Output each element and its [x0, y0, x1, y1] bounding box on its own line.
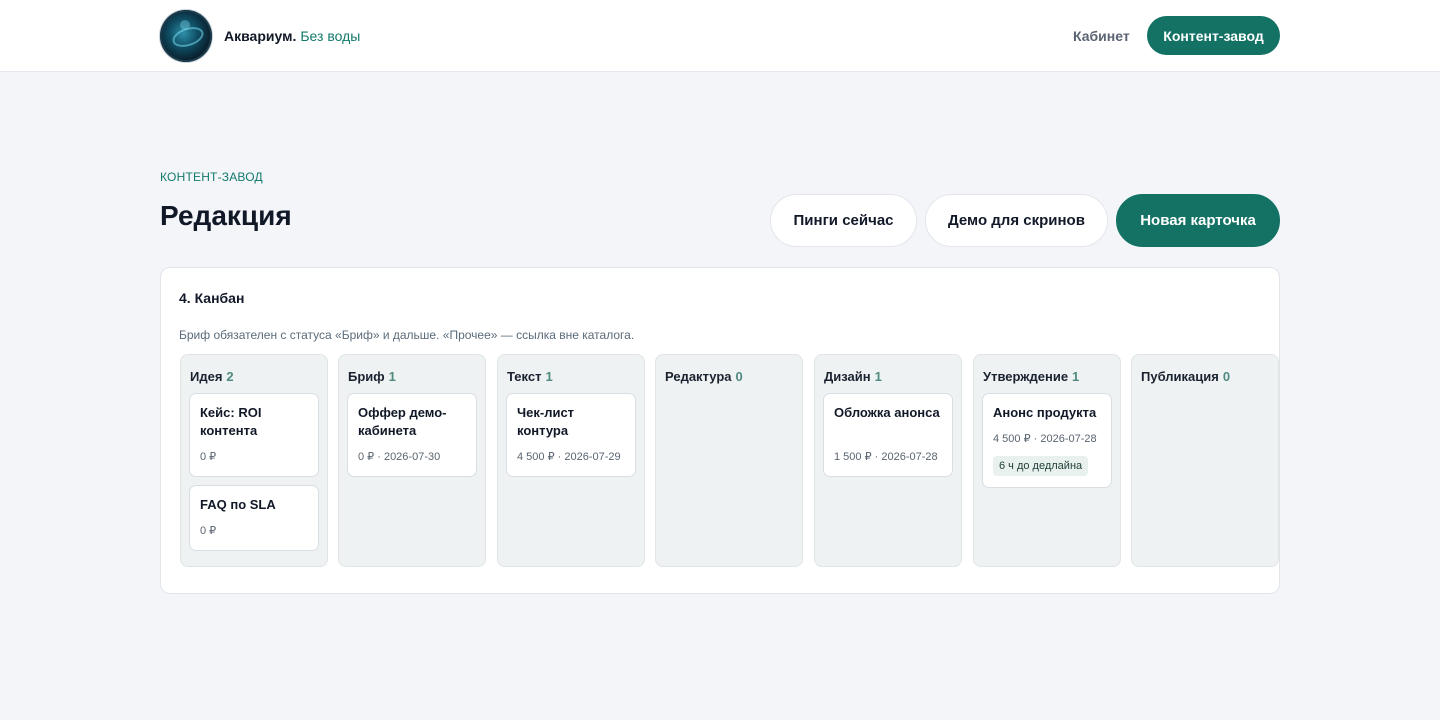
card-meta: 1 500 ₽ · 2026-07-28: [834, 451, 938, 463]
kanban-card[interactable]: Оффер демо-кабинета 0 ₽ · 2026-07-30: [347, 393, 477, 477]
kanban-column-idea: Идея 2 Кейс: ROI контента 0 ₽ FAQ по SLA …: [180, 354, 328, 567]
column-header: Идея 2: [190, 369, 234, 384]
kanban-column-publication: Публикация 0: [1131, 354, 1279, 567]
kanban-column-approval: Утверждение 1 Анонс продукта 4 500 ₽ · 20…: [973, 354, 1121, 567]
demo-screens-button[interactable]: Демо для скринов: [925, 194, 1108, 247]
column-count: 1: [545, 369, 553, 384]
card-meta: 4 500 ₽ · 2026-07-28: [993, 433, 1097, 445]
kanban-column-editing: Редактура 0: [655, 354, 803, 567]
column-name: Дизайн: [824, 369, 871, 384]
card-title: Оффер демо-кабинета: [358, 405, 447, 438]
column-count: 2: [226, 369, 234, 384]
kanban-column-brief: Бриф 1 Оффер демо-кабинета 0 ₽ · 2026-07-…: [338, 354, 486, 567]
column-name: Утверждение: [983, 369, 1069, 384]
kanban-title: 4. Канбан: [179, 290, 245, 306]
column-count: 0: [1222, 369, 1231, 384]
column-header: Дизайн 1: [824, 369, 882, 384]
card-title: Чек-лист контура: [517, 405, 575, 438]
card-meta: 0 ₽: [200, 451, 217, 463]
column-header: Редактура 0: [665, 369, 743, 384]
card-title: FAQ по SLA: [200, 497, 276, 512]
kanban-column-design: Дизайн 1 Обложка анонса 1 500 ₽ · 2026-07…: [814, 354, 962, 567]
kanban-card[interactable]: Анонс продукта 4 500 ₽ · 2026-07-28 6 ч …: [982, 393, 1112, 488]
card-title: Обложка анонса: [834, 405, 940, 420]
column-header: Текст 1: [507, 369, 553, 384]
kanban-card[interactable]: Кейс: ROI контента 0 ₽: [189, 393, 319, 477]
page-eyebrow: КОНТЕНТ-ЗАВОД: [160, 170, 263, 184]
card-meta: 0 ₽: [200, 525, 217, 537]
column-name: Текст: [507, 369, 542, 384]
pings-now-button[interactable]: Пинги сейчас: [770, 194, 917, 247]
nav-link-cabinet[interactable]: Кабинет: [1073, 28, 1130, 44]
brand-name: Аквариум. Без воды: [224, 28, 360, 44]
column-name: Публикация: [1141, 369, 1219, 384]
card-meta: 0 ₽ · 2026-07-30: [358, 451, 441, 463]
brand-tagline: Без воды: [300, 28, 361, 44]
aquarium-logo-icon: [160, 10, 212, 62]
column-header: Бриф 1: [348, 369, 396, 384]
column-header: Утверждение 1: [983, 369, 1079, 384]
kanban-column-text: Текст 1 Чек-лист контура 4 500 ₽ · 2026-0…: [497, 354, 645, 567]
kanban-card[interactable]: FAQ по SLA 0 ₽: [189, 485, 319, 551]
card-title: Анонс продукта: [993, 405, 1097, 420]
brand-name-text: Аквариум.: [224, 28, 297, 44]
new-card-button[interactable]: Новая карточка: [1116, 194, 1280, 247]
column-name: Идея: [190, 369, 223, 384]
column-count: 1: [874, 369, 882, 384]
column-name: Бриф: [348, 369, 385, 384]
top-bar: Аквариум. Без воды Кабинет Контент-завод: [0, 0, 1440, 72]
kanban-card[interactable]: Чек-лист контура 4 500 ₽ · 2026-07-29: [506, 393, 636, 477]
column-header: Публикация 0: [1141, 369, 1230, 384]
brand[interactable]: Аквариум. Без воды: [160, 10, 360, 62]
kanban-card[interactable]: Обложка анонса 1 500 ₽ · 2026-07-28: [823, 393, 953, 477]
card-meta: 4 500 ₽ · 2026-07-29: [517, 451, 621, 463]
nav-button-content-factory[interactable]: Контент-завод: [1147, 16, 1280, 55]
column-count: 1: [388, 369, 396, 384]
kanban-description: Бриф обязателен с статуса «Бриф» и дальш…: [179, 328, 635, 342]
column-name: Редактура: [665, 369, 732, 384]
page-title: Редакция: [160, 200, 292, 231]
card-title: Кейс: ROI контента: [200, 405, 262, 438]
column-count: 1: [1072, 369, 1080, 384]
deadline-badge: 6 ч до дедлайна: [993, 456, 1089, 476]
kanban-panel: 4. Канбан Бриф обязателен с статуса «Бри…: [160, 267, 1280, 594]
column-count: 0: [735, 369, 743, 384]
